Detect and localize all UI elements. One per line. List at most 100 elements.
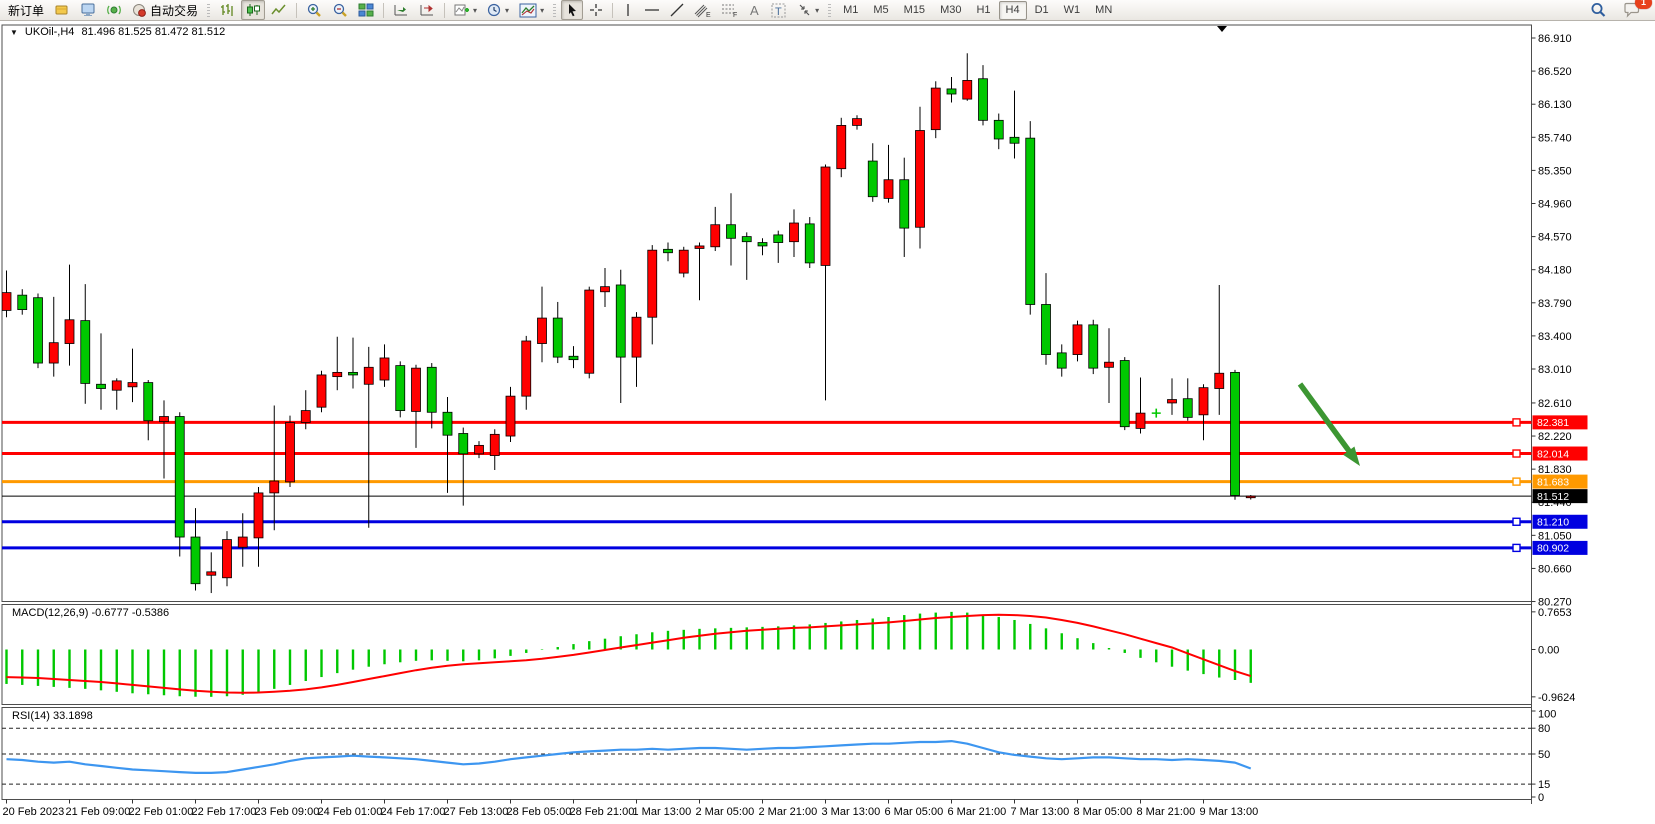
market-watch-icon[interactable] [76,0,100,20]
svg-text:83.790: 83.790 [1538,298,1572,310]
equidistant-channel-tool-button[interactable]: E [690,0,715,20]
crosshair-icon [589,3,603,17]
line-chart-mode-button[interactable] [267,0,291,20]
text-label-tool-button[interactable]: T [767,0,791,20]
crosshair-tool-button[interactable] [585,0,607,20]
trendline-tool-button[interactable] [666,0,688,20]
zoom-out-icon [332,3,348,18]
toolbar-separator [296,3,297,18]
timeframe-button-MN[interactable]: MN [1088,1,1119,20]
toolbar-grip[interactable] [827,3,832,18]
horizontal-line-icon [644,3,660,17]
level-line-handle[interactable] [1513,544,1520,551]
toolbar-grip[interactable] [552,3,557,18]
svg-text:86.520: 86.520 [1538,66,1572,78]
candlestick-mode-button[interactable] [241,0,265,20]
svg-text:0: 0 [1538,792,1544,804]
notifications-button[interactable]: 1 [1619,0,1645,20]
svg-text:28 Feb 21:00: 28 Feb 21:00 [570,806,635,818]
ohlc-bars-icon [219,3,235,17]
svg-text:23 Feb 09:00: 23 Feb 09:00 [255,806,320,818]
svg-text:8 Mar 21:00: 8 Mar 21:00 [1137,806,1196,818]
timeframe-button-M5[interactable]: M5 [866,1,895,20]
svg-text:85.740: 85.740 [1538,132,1572,144]
vertical-line-icon [622,3,634,17]
chart-canvas[interactable]: 86.91086.52086.13085.74085.35084.96084.5… [0,0,1655,824]
horizontal-line-tool-button[interactable] [640,0,664,20]
svg-text:6 Mar 05:00: 6 Mar 05:00 [885,806,944,818]
indicators-button[interactable]: ▾ [450,0,481,20]
level-line-handle[interactable] [1513,478,1520,485]
bar-chart-mode-button[interactable] [215,0,239,20]
svg-text:15: 15 [1538,779,1550,791]
svg-text:80.902: 80.902 [1537,543,1569,555]
svg-text:82.381: 82.381 [1537,417,1569,429]
arrows-dropdown-caret[interactable]: ▾ [815,6,819,15]
monitor-icon [80,3,96,17]
svg-text:27 Feb 13:00: 27 Feb 13:00 [444,806,509,818]
templates-button[interactable]: ▾ [515,0,548,20]
svg-text:82.014: 82.014 [1537,448,1569,460]
svg-text:6 Mar 21:00: 6 Mar 21:00 [948,806,1007,818]
auto-trading-button[interactable]: 自动交易 [128,1,202,19]
level-line-handle[interactable] [1513,450,1520,457]
toolbar-right-group: 1 [1586,0,1651,20]
svg-text:24 Feb 17:00: 24 Feb 17:00 [381,806,446,818]
svg-text:84.570: 84.570 [1538,232,1572,244]
timeframe-button-W1[interactable]: W1 [1057,1,1088,20]
svg-text:28 Feb 05:00: 28 Feb 05:00 [507,806,572,818]
line-chart-icon [271,3,287,17]
text-tool-button[interactable]: A [744,0,765,20]
svg-text:83.400: 83.400 [1538,331,1572,343]
zoom-out-button[interactable] [328,0,352,20]
indicators-dropdown-caret[interactable]: ▾ [473,6,477,15]
tile-windows-icon [358,3,374,17]
cursor-tool-button[interactable] [561,0,583,20]
arrow-objects-icon [797,3,812,17]
auto-scroll-button[interactable] [389,0,413,20]
fibonacci-tool-button[interactable]: F [717,0,742,20]
toolbar: 新订单 自动交易 [0,0,1655,21]
timeframe-button-M1[interactable]: M1 [836,1,865,20]
tile-windows-button[interactable] [354,0,378,20]
search-icon [1590,2,1607,18]
yellow-box-icon [54,3,70,17]
profile-icon[interactable] [50,0,74,20]
svg-text:100: 100 [1538,709,1556,721]
trendline-icon [670,3,684,17]
new-order-button[interactable]: 新订单 [4,1,48,19]
rsi-indicator-label: RSI(14) 33.1898 [12,710,93,722]
zoom-in-button[interactable] [302,0,326,20]
timeframe-button-M30[interactable]: M30 [933,1,968,20]
svg-text:24 Feb 01:00: 24 Feb 01:00 [318,806,383,818]
level-line-handle[interactable] [1513,419,1520,426]
toolbar-grip[interactable] [206,3,211,18]
chart-shift-button[interactable] [415,0,439,20]
svg-text:84.180: 84.180 [1538,265,1572,277]
symbol-dropdown-icon[interactable]: ▼ [10,28,18,37]
svg-text:20 Feb 2023: 20 Feb 2023 [3,806,65,818]
arrows-tool-button[interactable]: ▾ [793,0,823,20]
vertical-line-tool-button[interactable] [618,0,638,20]
svg-text:2 Mar 05:00: 2 Mar 05:00 [696,806,755,818]
level-line-handle[interactable] [1513,518,1520,525]
search-button[interactable] [1586,0,1611,20]
svg-text:E: E [706,12,711,18]
auto-trading-icon [132,3,147,17]
templates-dropdown-caret[interactable]: ▾ [540,6,544,15]
svg-text:T: T [775,6,782,18]
timeframe-button-group: M1M5M15M30H1H4D1W1MN [836,1,1119,20]
timeframes-button[interactable]: ▾ [483,0,513,20]
svg-text:22 Feb 01:00: 22 Feb 01:00 [129,806,194,818]
time-axis: 20 Feb 202321 Feb 09:0022 Feb 01:0022 Fe… [3,800,1259,819]
svg-text:86.910: 86.910 [1538,33,1572,45]
timeframe-button-H1[interactable]: H1 [969,1,997,20]
timeframes-dropdown-caret[interactable]: ▾ [505,6,509,15]
candlestick-icon [245,3,261,17]
signals-icon[interactable] [102,0,126,20]
timeframe-button-H4[interactable]: H4 [999,1,1027,20]
timeframe-button-D1[interactable]: D1 [1028,1,1056,20]
timeframe-button-M15[interactable]: M15 [897,1,932,20]
svg-text:84.960: 84.960 [1538,198,1572,210]
svg-text:80: 80 [1538,723,1550,735]
